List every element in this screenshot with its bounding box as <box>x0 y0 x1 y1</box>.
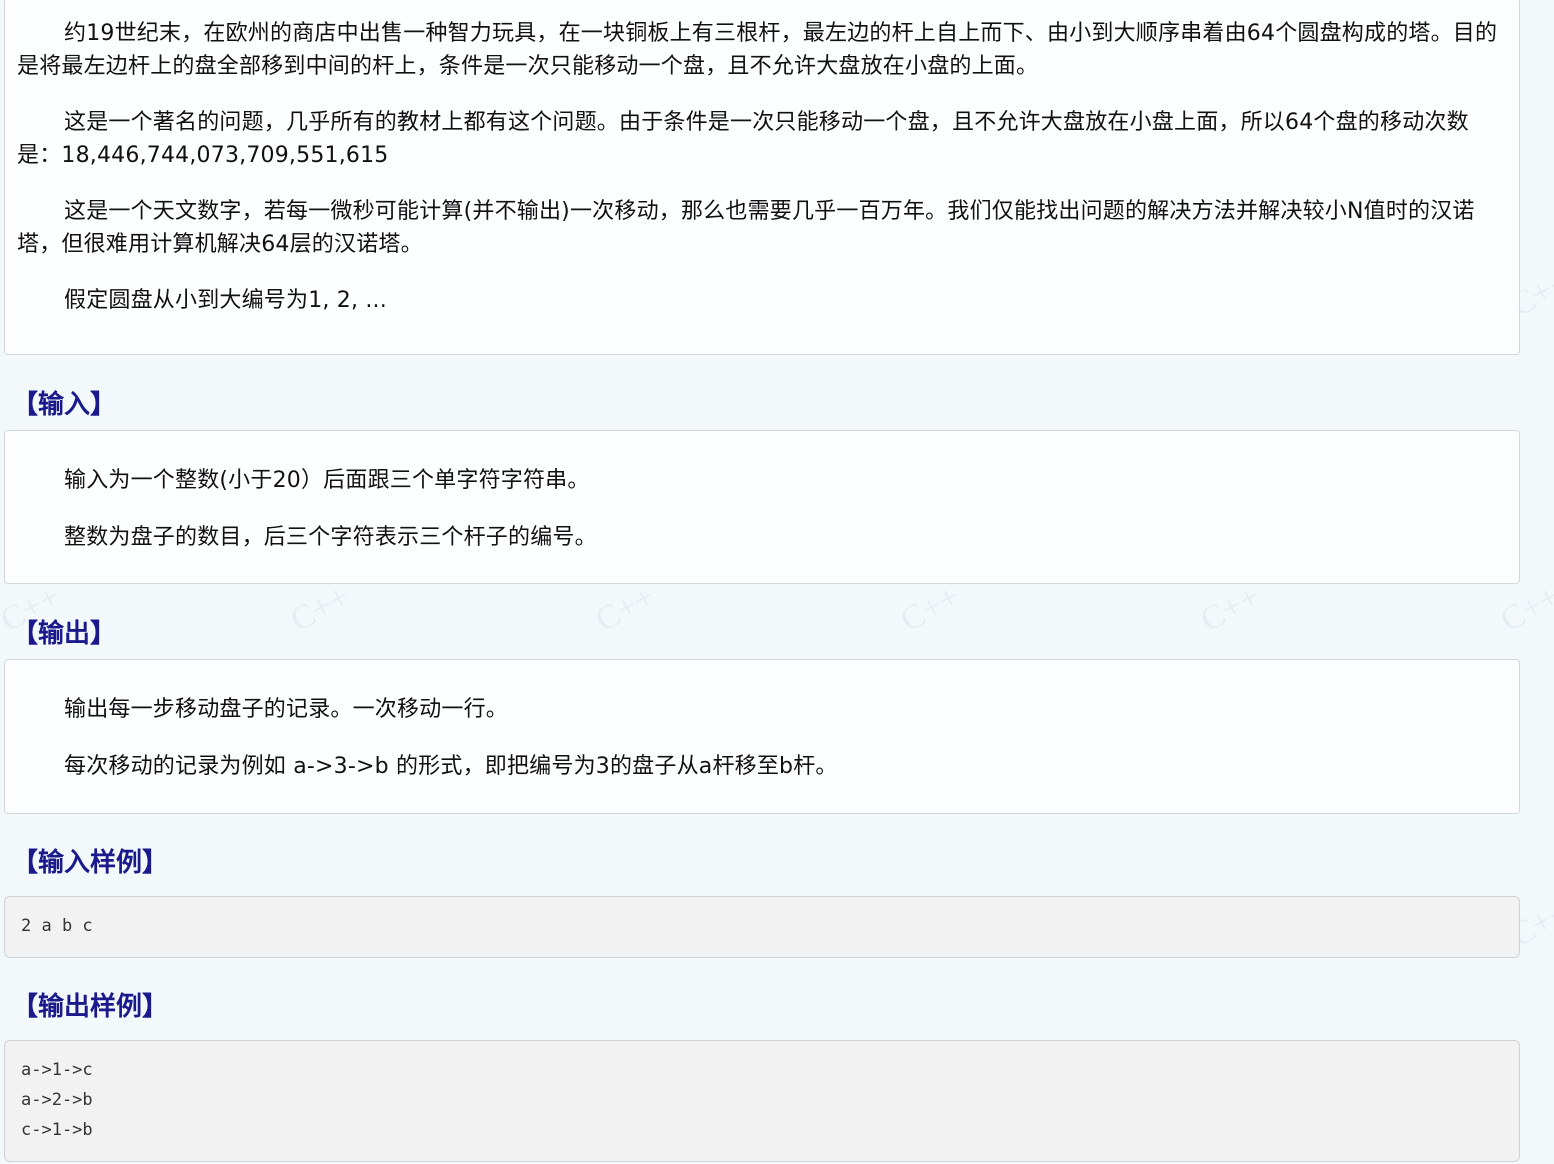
input-section-panel: 输入为一个整数(小于20）后面跟三个单字符字符串。 整数为盘子的数目，后三个字符… <box>4 430 1520 584</box>
description-paragraph: 这是一个著名的问题，几乎所有的教材上都有这个问题。由于条件是一次只能移动一个盘，… <box>17 110 1469 168</box>
watermark-text: C++ <box>1194 577 1266 640</box>
watermark-text: C++ <box>589 577 661 640</box>
sample-output-line: a->2->b <box>21 1090 93 1110</box>
sample-input-code: 2 a b c <box>21 916 93 936</box>
sample-output-title: 【输出样例】 <box>12 992 169 1022</box>
output-paragraph: 输出每一步移动盘子的记录。一次移动一行。 <box>64 697 509 722</box>
description-paragraph: 假定圆盘从小到大编号为1, 2, ... <box>64 288 387 313</box>
output-section-title: 【输出】 <box>12 619 117 649</box>
output-paragraph: 每次移动的记录为例如 a->3->b 的形式，即把编号为3的盘子从a杆移至b杆。 <box>64 754 838 779</box>
input-section-title: 【输入】 <box>12 390 117 420</box>
sample-input-title: 【输入样例】 <box>12 848 169 878</box>
sample-input-code-block: 2 a b c <box>4 896 1520 958</box>
output-section-panel: 输出每一步移动盘子的记录。一次移动一行。 每次移动的记录为例如 a->3->b … <box>4 659 1520 814</box>
sample-output-code-block: a->1->c a->2->b c->1->b <box>4 1040 1520 1162</box>
description-paragraph: 这是一个天文数字，若每一微秒可能计算(并不输出)一次移动，那么也需要几乎一百万年… <box>17 199 1475 257</box>
input-paragraph: 整数为盘子的数目，后三个字符表示三个杆子的编号。 <box>64 525 597 550</box>
watermark-text: C++ <box>894 577 966 640</box>
sample-output-line: a->1->c <box>21 1060 93 1080</box>
watermark-text: C++ <box>284 577 356 640</box>
description-panel: 约19世纪末，在欧州的商店中出售一种智力玩具，在一块铜板上有三根杆，最左边的杆上… <box>4 0 1520 355</box>
description-paragraph: 约19世纪末，在欧州的商店中出售一种智力玩具，在一块铜板上有三根杆，最左边的杆上… <box>17 21 1498 79</box>
sample-output-line: c->1->b <box>21 1120 93 1140</box>
input-paragraph: 输入为一个整数(小于20）后面跟三个单字符字符串。 <box>64 468 590 493</box>
watermark-text: C++ <box>1494 577 1554 640</box>
